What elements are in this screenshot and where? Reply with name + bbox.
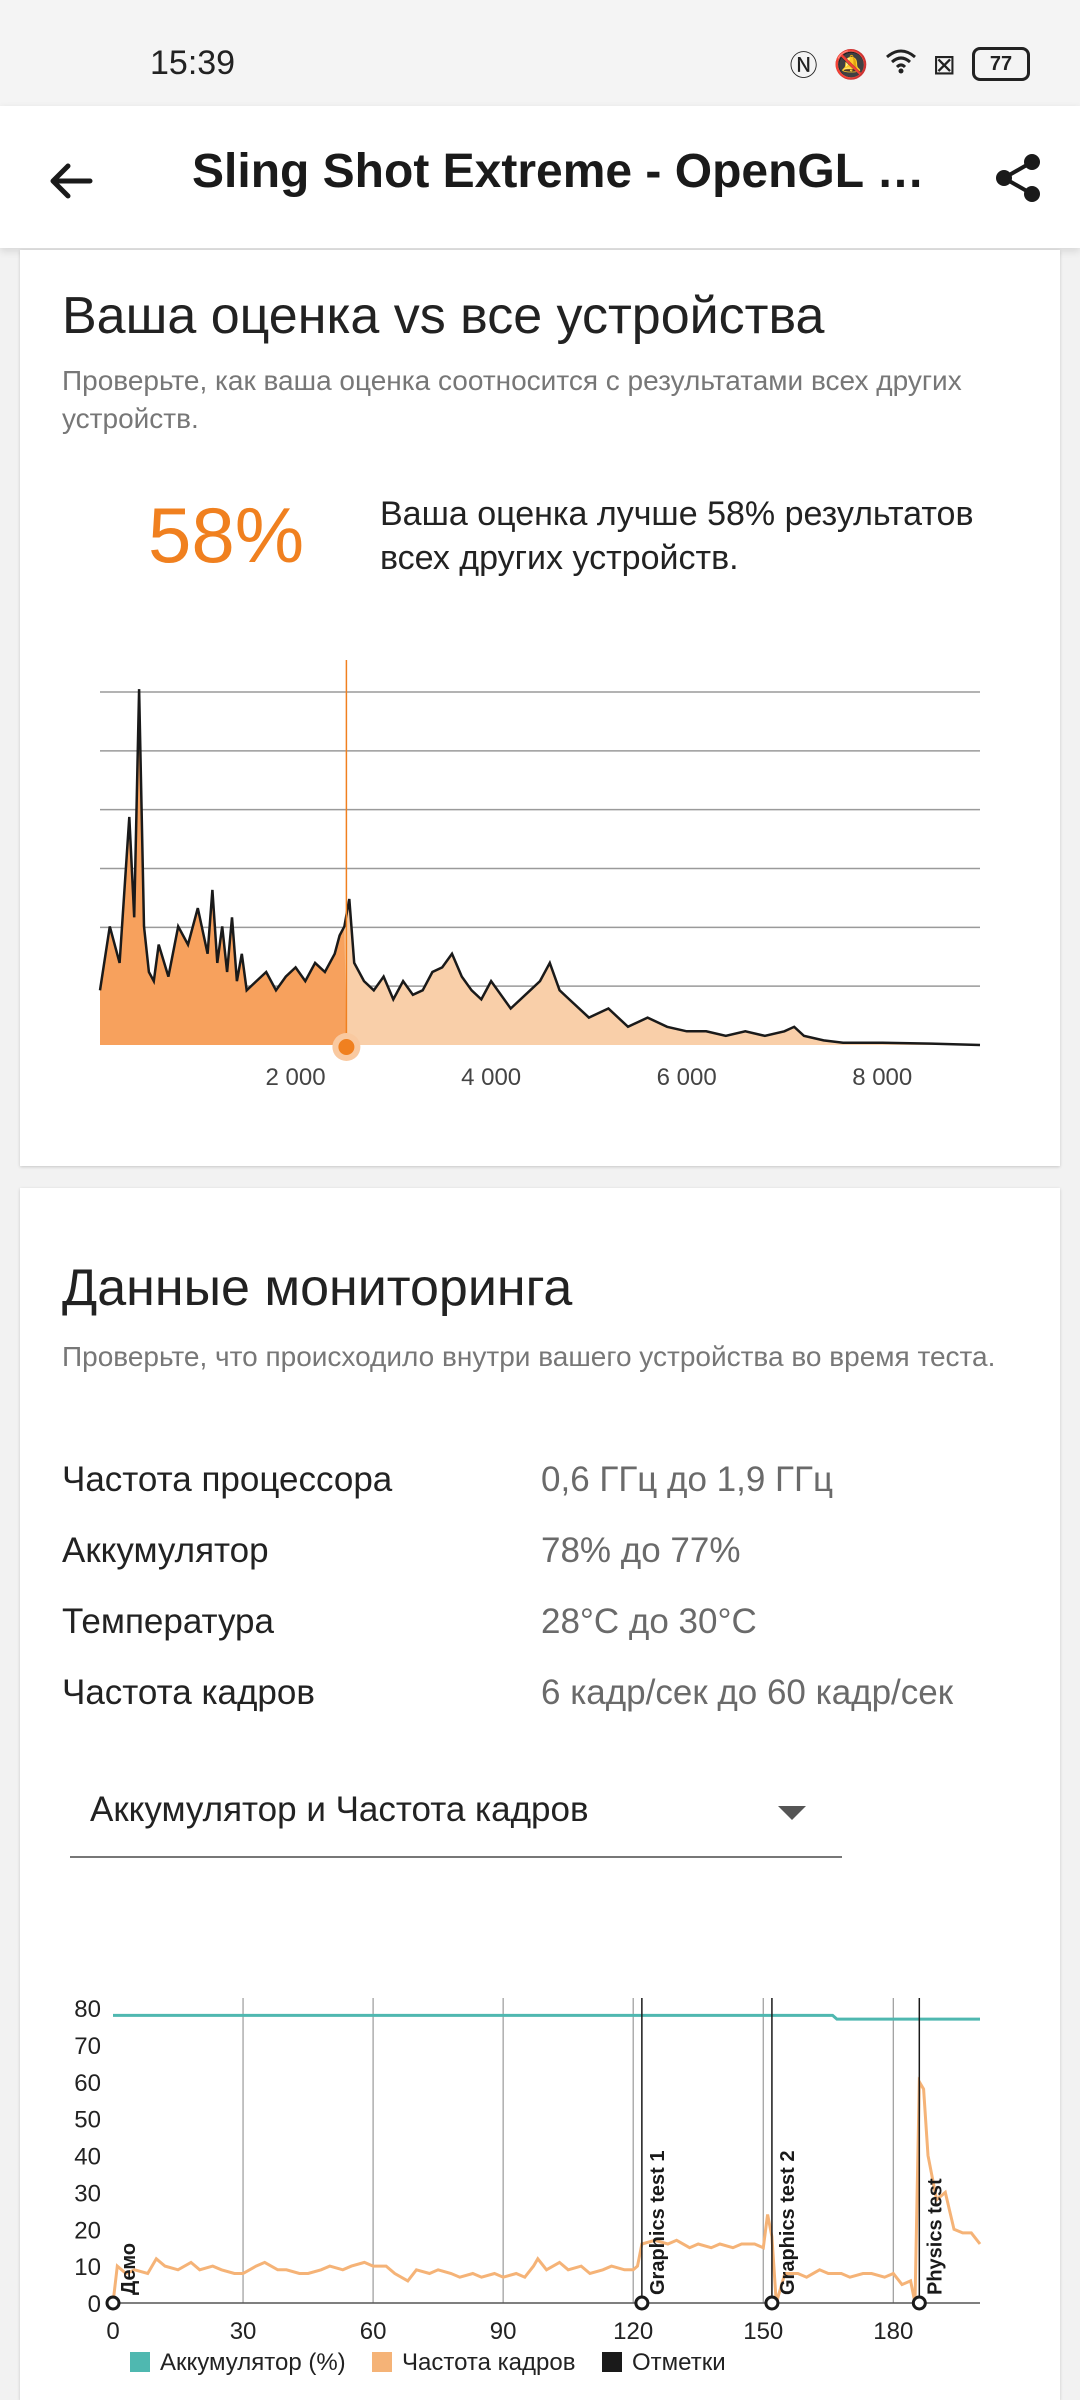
y-tick-label: 10 (74, 2254, 101, 2281)
legend-swatch (602, 2352, 622, 2372)
marker-label: Physics test (924, 2178, 946, 2295)
app-bar: Sling Shot Extreme - OpenGL ES 3.1 (0, 106, 1080, 248)
monitoring-row-framerate: Частота кадров 6 кадр/сек до 60 кадр/сек (62, 1673, 1042, 1733)
nfc-icon: Ⓝ (789, 50, 818, 81)
status-bar: 15:39 Ⓝ 🔕 ⊠ 77 (0, 0, 1080, 106)
score-distribution-chart: 2 000 4 000 6 000 8 000 Оценка (98, 660, 981, 1100)
x-tick-label: 30 (230, 2318, 257, 2345)
x-tick-label: 6 000 (657, 1064, 717, 1091)
x-tick-label: 120 (613, 2318, 653, 2345)
score-card-title: Ваша оценка vs все устройства (62, 287, 825, 345)
row-label: Частота кадров (62, 1673, 315, 1712)
y-tick-label: 80 (74, 1996, 101, 2023)
x-tick-label: 150 (743, 2318, 783, 2345)
y-tick-label: 30 (74, 2180, 101, 2207)
wifi-icon (885, 48, 917, 81)
monitoring-subtitle: Проверьте, что происходило внутри вашего… (62, 1341, 996, 1372)
dropdown-value: Аккумулятор и Частота кадров (90, 1790, 589, 1829)
marker-point (911, 2295, 927, 2311)
y-tick-label: 0 (88, 2291, 101, 2318)
monitoring-card: Данные мониторинга Проверьте, что происх… (20, 1188, 1060, 2400)
x-tick-label: 2 000 (266, 1064, 326, 1091)
legend-swatch (130, 2352, 150, 2372)
x-tick-label: 4 000 (461, 1064, 521, 1091)
marker-label: Демо (118, 2243, 140, 2295)
row-value: 28°C до 30°C (541, 1602, 757, 1641)
mute-icon: 🔕 (833, 48, 869, 80)
row-label: Температура (62, 1602, 274, 1641)
status-icons: Ⓝ 🔕 ⊠ 77 (790, 44, 1030, 84)
monitoring-chart: 80 70 60 50 40 30 20 10 00 30 60 90 120 150 180 Демо Gra… (74, 1996, 982, 2376)
status-time: 15:39 (150, 44, 236, 82)
x-tick-label: 0 (106, 2318, 119, 2345)
x-tick-label: 180 (873, 2318, 913, 2345)
marker-label: Graphics test 1 (647, 2150, 669, 2295)
monitoring-row-cpu: Частота процессора 0,6 ГГц до 1,9 ГГц (62, 1460, 1042, 1520)
row-value: 6 кадр/сек до 60 кадр/сек (541, 1673, 954, 1712)
x-tick-label: 8 000 (852, 1064, 912, 1091)
chart-type-dropdown[interactable]: Аккумулятор и Частота кадров (70, 1766, 842, 1858)
marker-point (105, 2295, 121, 2311)
row-label: Частота процессора (62, 1460, 393, 1499)
monitoring-title: Данные мониторинга (62, 1259, 573, 1317)
battery-icon: 77 (972, 47, 1030, 81)
marker-label: Graphics test 2 (777, 2150, 799, 2295)
monitoring-row-battery: Аккумулятор 78% до 77% (62, 1531, 1042, 1591)
y-tick-label: 60 (74, 2070, 101, 2097)
score-percent: 58% (148, 491, 305, 579)
your-score-marker (338, 1039, 355, 1055)
x-axis-label: Оценка (497, 1098, 584, 1100)
legend-label: Частота кадров (402, 2349, 575, 2376)
legend-label: Аккумулятор (%) (160, 2349, 346, 2376)
score-card-subtitle: Проверьте, как ваша оценка соотносится с… (62, 365, 962, 434)
legend-swatch (372, 2352, 392, 2372)
screen-record-icon: ⊠ (932, 48, 956, 80)
monitoring-row-temperature: Температура 28°C до 30°C (62, 1602, 1042, 1662)
y-tick-label: 40 (74, 2144, 101, 2171)
marker-point (764, 2295, 780, 2311)
row-label: Аккумулятор (62, 1531, 269, 1570)
chevron-down-icon (778, 1806, 806, 1820)
score-percent-text: Ваша оценка лучше 58% результатов всех д… (380, 495, 974, 577)
row-value: 78% до 77% (541, 1531, 741, 1570)
score-comparison-card: Ваша оценка vs все устройства Проверьте,… (20, 250, 1060, 1166)
legend-label: Отметки (632, 2349, 726, 2376)
row-value: 0,6 ГГц до 1,9 ГГц (541, 1460, 833, 1499)
y-tick-label: 70 (74, 2033, 101, 2060)
marker-point (634, 2295, 650, 2311)
y-tick-label: 20 (74, 2217, 101, 2244)
share-icon[interactable] (990, 150, 1046, 206)
x-tick-label: 60 (360, 2318, 387, 2345)
y-tick-label: 50 (74, 2107, 101, 2134)
back-arrow-icon[interactable] (42, 152, 100, 210)
page-title: Sling Shot Extreme - OpenGL ES 3.1 (192, 145, 952, 198)
x-tick-label: 90 (490, 2318, 517, 2345)
